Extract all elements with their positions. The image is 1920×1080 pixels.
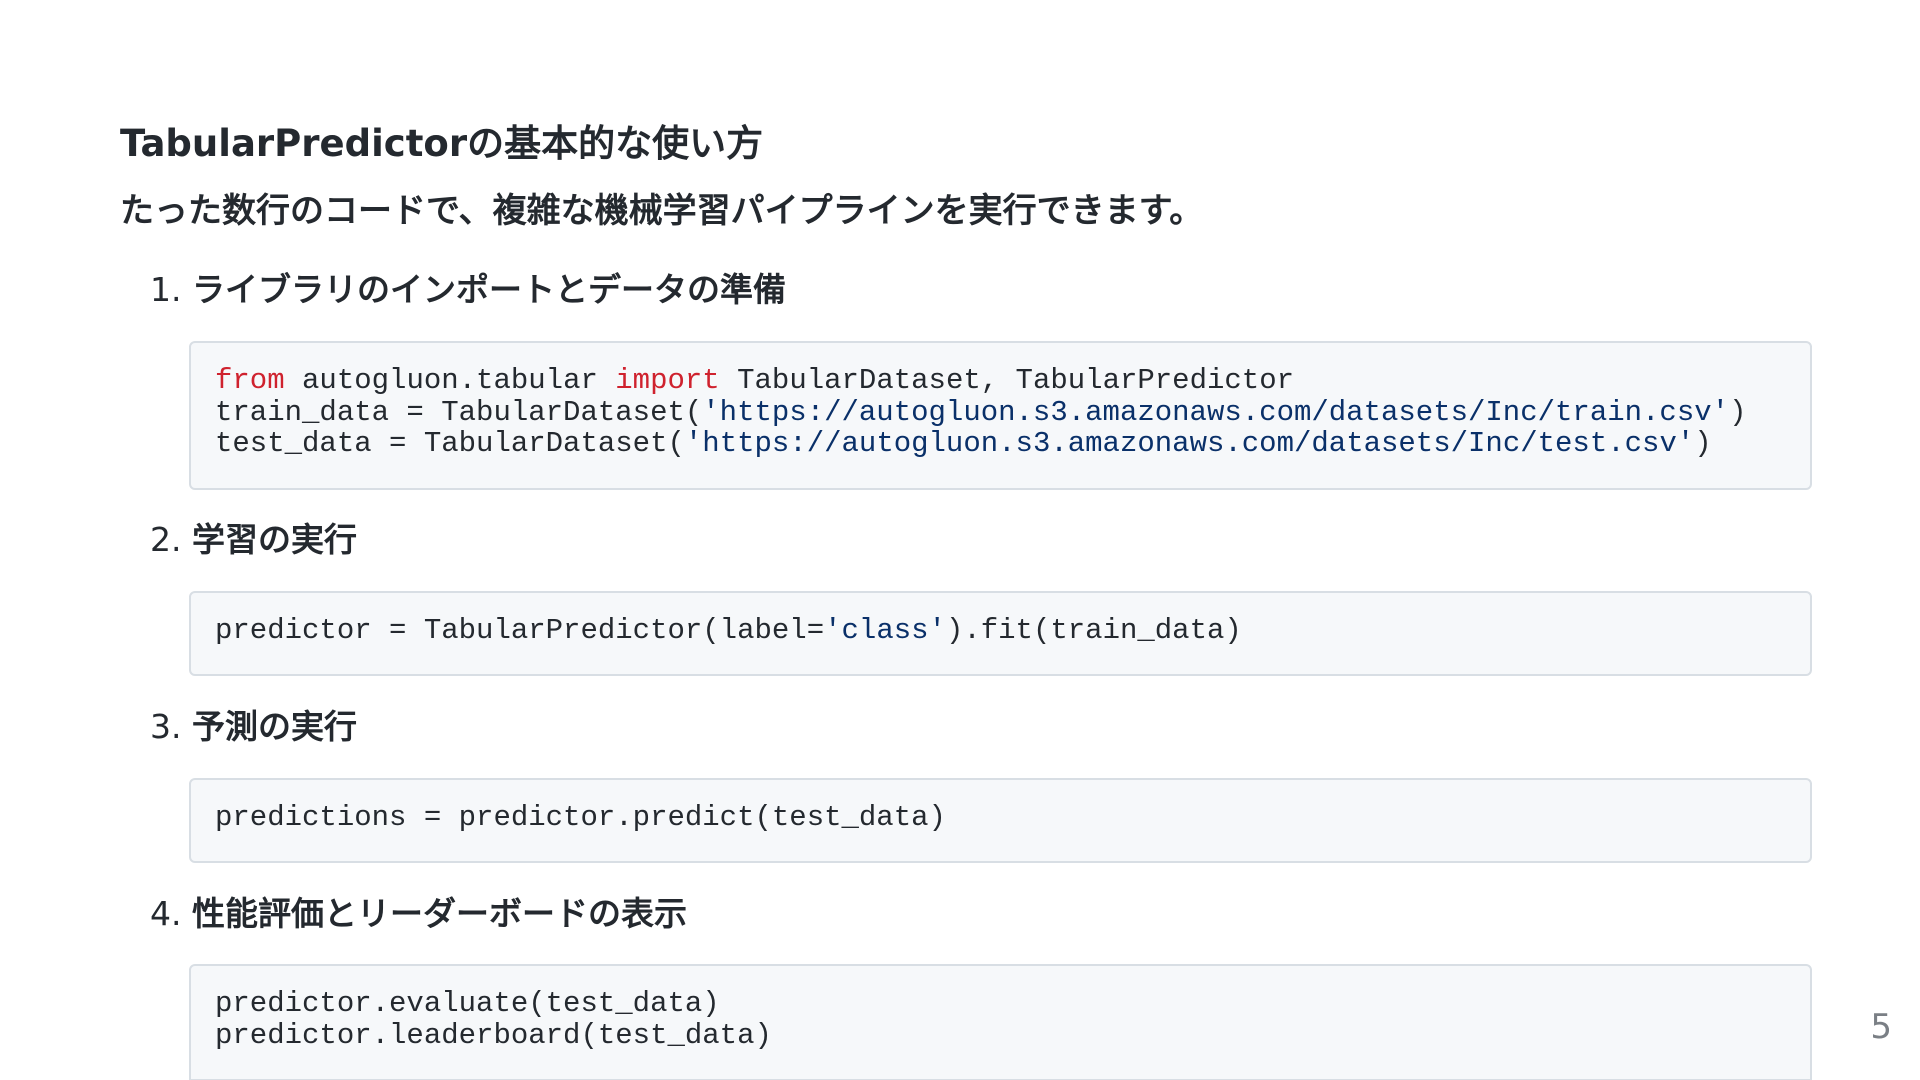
code-token: ) bbox=[1694, 427, 1712, 460]
code-token: ) bbox=[1729, 395, 1747, 429]
step-title: 予測の実行 bbox=[192, 707, 357, 746]
step-3-heading: 3. 予測の実行 bbox=[150, 702, 357, 752]
code-token: predictor = TabularPredictor(label= bbox=[215, 614, 825, 647]
step-number: 1. bbox=[150, 270, 182, 309]
page-number: 5 bbox=[1870, 1007, 1892, 1047]
code-keyword: from bbox=[215, 364, 285, 397]
code-string: 'https://autogluon.s3.amazonaws.com/data… bbox=[684, 427, 1695, 460]
code-block-fit: predictor = TabularPredictor(label='clas… bbox=[189, 591, 1812, 676]
code-text: from autogluon.tabular import TabularDat… bbox=[215, 365, 1786, 460]
code-block-evaluate: predictor.evaluate(test_data) predictor.… bbox=[189, 964, 1812, 1080]
code-line: predictor.leaderboard(test_data) bbox=[215, 1018, 772, 1052]
code-block-predict: predictions = predictor.predict(test_dat… bbox=[189, 778, 1812, 863]
code-token: test_data = TabularDataset( bbox=[215, 427, 685, 460]
code-text: predictions = predictor.predict(test_dat… bbox=[215, 801, 946, 834]
code-string: 'https://autogluon.s3.amazonaws.com/data… bbox=[702, 395, 1730, 429]
step-title: 性能評価とリーダーボードの表示 bbox=[192, 894, 687, 933]
step-number: 3. bbox=[150, 707, 182, 746]
code-line: predictor.evaluate(test_data) bbox=[215, 987, 720, 1020]
slide-subtitle: たった数行のコードで、複雑な機械学習パイプラインを実行できます。 bbox=[120, 191, 1204, 231]
step-title: ライブラリのインポートとデータの準備 bbox=[192, 270, 786, 309]
step-2-heading: 2. 学習の実行 bbox=[150, 515, 357, 565]
slide-title: TabularPredictorの基本的な使い方 bbox=[120, 122, 764, 165]
code-token: TabularDataset, TabularPredictor bbox=[719, 364, 1294, 397]
code-token: train_data = TabularDataset( bbox=[215, 395, 703, 429]
code-token: autogluon.tabular bbox=[284, 364, 616, 397]
code-text: predictor.evaluate(test_data) predictor.… bbox=[215, 988, 1786, 1051]
code-keyword: import bbox=[615, 364, 720, 397]
step-number: 2. bbox=[150, 520, 182, 559]
slide: TabularPredictorの基本的な使い方 たった数行のコードで、複雑な機… bbox=[0, 0, 1920, 1080]
step-number: 4. bbox=[150, 894, 182, 933]
step-1-heading: 1. ライブラリのインポートとデータの準備 bbox=[150, 265, 786, 315]
code-token: ).fit(train_data) bbox=[945, 614, 1242, 647]
code-text: predictor = TabularPredictor(label='clas… bbox=[215, 615, 1786, 647]
code-block-import: from autogluon.tabular import TabularDat… bbox=[189, 341, 1812, 490]
step-title: 学習の実行 bbox=[192, 520, 357, 559]
step-4-heading: 4. 性能評価とリーダーボードの表示 bbox=[150, 889, 687, 939]
code-string: 'class' bbox=[824, 614, 946, 647]
